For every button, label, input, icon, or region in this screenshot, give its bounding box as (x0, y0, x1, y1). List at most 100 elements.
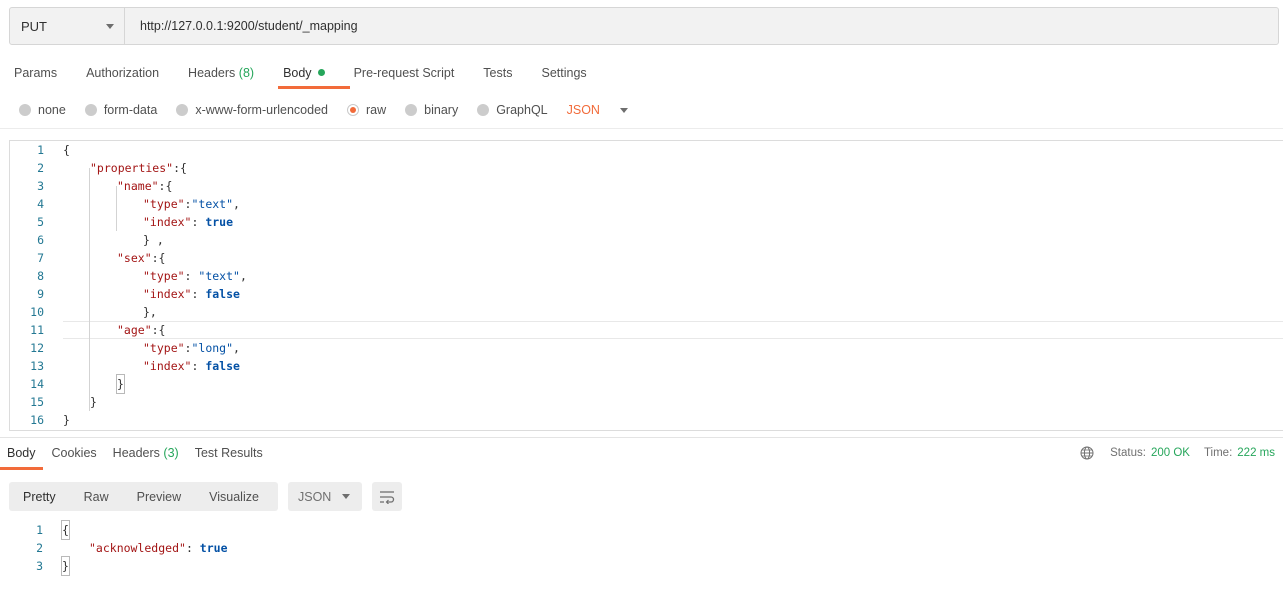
code-text: }, (143, 305, 157, 319)
code-line: 14} (10, 374, 1283, 394)
request-bar: PUT http://127.0.0.1:9200/student/_mappi… (9, 7, 1279, 45)
view-raw-button[interactable]: Raw (70, 490, 123, 504)
tab-label: Body (7, 446, 36, 460)
language-label: JSON (566, 103, 600, 117)
radio-form-data[interactable]: form-data (84, 103, 157, 117)
code-line: 2 "acknowledged": true (9, 539, 1279, 557)
line-number: 15 (30, 395, 44, 409)
tab-label: Params (14, 66, 58, 80)
response-format-select[interactable]: JSON (288, 482, 362, 511)
body-type-selector: none form-data x-www-form-urlencoded raw… (19, 100, 628, 120)
code-line: 2 "properties":{ (10, 159, 1283, 177)
active-tab-indicator (278, 86, 350, 89)
radio-raw[interactable]: raw (347, 103, 386, 117)
response-tab-headers[interactable]: Headers (3) (113, 446, 179, 470)
code-line: 6} , (10, 231, 1283, 249)
code-text: "index": false (143, 287, 240, 301)
radio-graphql[interactable]: GraphQL (477, 103, 548, 117)
code-line: 9 "index": false (10, 285, 1283, 303)
line-number: 9 (37, 287, 44, 301)
radio-binary[interactable]: binary (405, 103, 458, 117)
code-line: 4 "type":"text", (10, 195, 1283, 213)
response-tab-test-results[interactable]: Test Results (195, 446, 263, 470)
code-line: 7 "sex":{ (10, 249, 1283, 267)
tab-params[interactable]: Params (14, 60, 57, 87)
code-line: 8 "type": "text", (10, 267, 1283, 285)
chevron-down-icon (342, 494, 350, 499)
radio-label: raw (366, 103, 387, 117)
radio-urlencoded[interactable]: x-www-form-urlencoded (176, 103, 328, 117)
modified-dot-icon (317, 69, 325, 77)
line-number: 7 (37, 251, 44, 265)
code-line: 5 "index": true (10, 213, 1283, 231)
code-text: } (63, 413, 70, 427)
wrap-lines-button[interactable] (372, 482, 402, 511)
tab-authorization[interactable]: Authorization (86, 60, 159, 87)
wrap-lines-icon (380, 490, 395, 504)
response-view-group: Pretty Raw Preview Visualize (9, 482, 278, 511)
line-number: 3 (36, 559, 43, 573)
tab-label: Headers (188, 66, 236, 80)
response-tab-cookies[interactable]: Cookies (52, 446, 97, 470)
chevron-down-icon (619, 107, 628, 113)
language-select[interactable]: JSON (567, 103, 628, 117)
line-number: 1 (36, 523, 43, 537)
code-line: 1{ (9, 520, 1279, 540)
response-body[interactable]: 1{ 2 "acknowledged": true 3} (9, 520, 1279, 576)
code-text: { (63, 143, 70, 157)
code-text: "type": "text", (143, 269, 247, 283)
view-preview-button[interactable]: Preview (123, 490, 195, 504)
line-number: 6 (37, 233, 44, 247)
tab-pre-request-script[interactable]: Pre-request Script (354, 60, 455, 87)
code-line: 3 "name":{ (10, 177, 1283, 195)
line-number: 4 (37, 197, 44, 211)
code-text: } (61, 556, 70, 576)
radio-none[interactable]: none (19, 103, 66, 117)
tab-tests[interactable]: Tests (483, 60, 512, 87)
line-number: 11 (30, 323, 44, 337)
tab-count: (8) (238, 66, 255, 80)
radio-circle-icon (19, 104, 31, 116)
radio-circle-icon (176, 104, 189, 116)
globe-icon[interactable] (1080, 446, 1094, 460)
code-text: "type":"text", (143, 197, 240, 211)
line-number: 2 (37, 161, 44, 175)
code-text: "properties":{ (90, 161, 187, 175)
tab-label: Authorization (86, 66, 160, 80)
radio-selected-icon (347, 104, 359, 116)
code-text: "age":{ (117, 323, 166, 337)
tab-label: Pre-request Script (353, 66, 455, 80)
editor-lines: 1{ 2 "properties":{ 3 "name":{ 4 "type":"te… (10, 141, 1283, 429)
radio-label: none (38, 103, 66, 117)
tab-headers[interactable]: Headers (8) (188, 60, 254, 87)
code-text: { (61, 520, 70, 540)
divider (0, 128, 1283, 129)
tab-label: Settings (541, 66, 587, 80)
view-visualize-button[interactable]: Visualize (195, 490, 273, 504)
status-value: 200 OK (1150, 447, 1190, 459)
line-number: 10 (30, 305, 44, 319)
time-value: 222 ms (1237, 447, 1275, 459)
code-line: 10}, (10, 303, 1283, 321)
tab-label: Cookies (51, 446, 97, 460)
request-body-editor[interactable]: 1{ 2 "properties":{ 3 "name":{ 4 "type":"te… (9, 140, 1283, 431)
code-text: "index": false (143, 359, 240, 373)
code-line: 16} (10, 411, 1283, 429)
tab-settings[interactable]: Settings (541, 60, 586, 87)
radio-label: binary (424, 103, 459, 117)
line-number: 5 (37, 215, 44, 229)
tab-count: (3) (163, 446, 179, 460)
code-text: "sex":{ (117, 251, 166, 265)
view-pretty-button[interactable]: Pretty (9, 490, 70, 504)
line-number: 12 (30, 341, 44, 355)
line-number: 16 (30, 413, 44, 427)
code-text: } (116, 374, 125, 394)
tab-body[interactable]: Body (283, 60, 325, 87)
code-text: "name":{ (117, 179, 173, 193)
url-input[interactable]: http://127.0.0.1:9200/student/_mapping (125, 8, 1278, 44)
method-select[interactable]: PUT (10, 8, 125, 44)
code-line: 12 "type":"long", (10, 339, 1283, 357)
time-label: Time: (1203, 447, 1233, 459)
tab-label: Test Results (194, 446, 263, 460)
line-number: 8 (37, 269, 44, 283)
